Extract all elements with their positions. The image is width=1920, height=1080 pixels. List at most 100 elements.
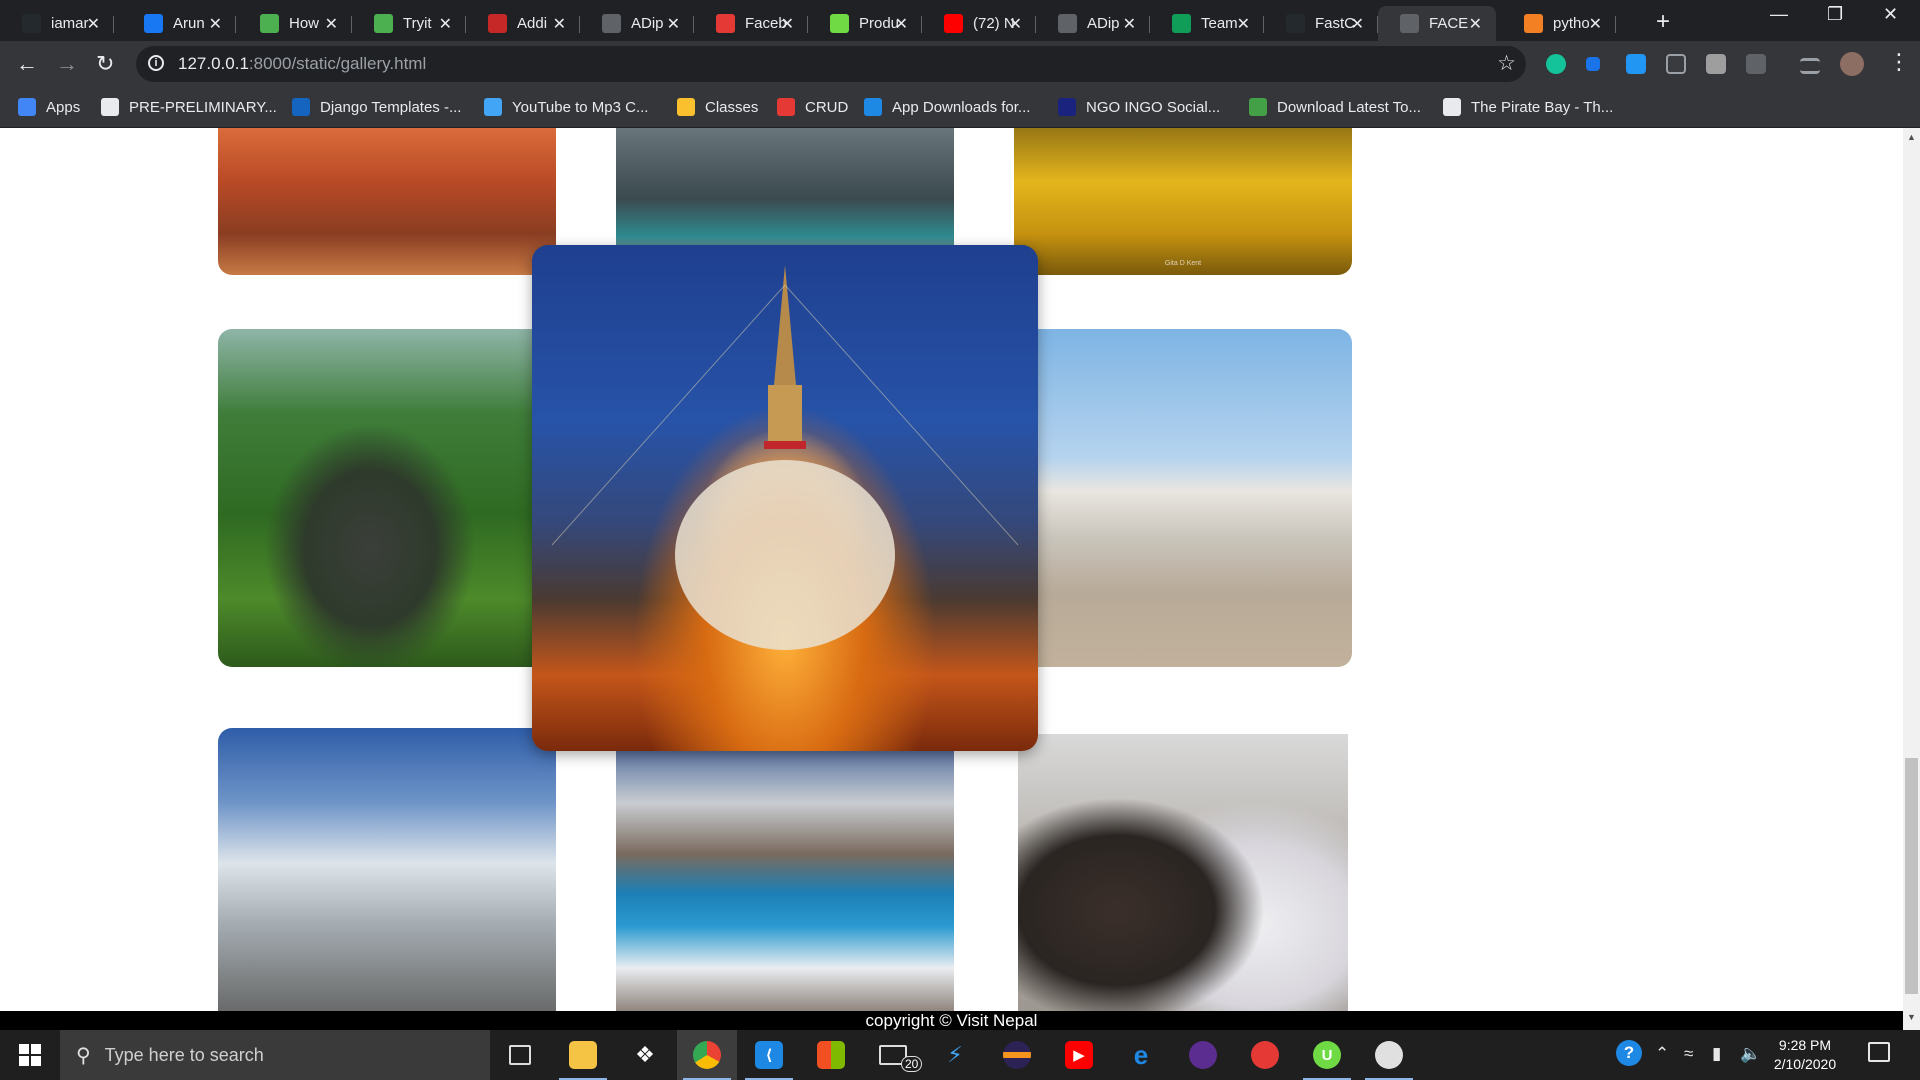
bookmarks-bar: Apps PRE-PRELIMINARY... Django Templates -… — [0, 88, 1920, 128]
flutter-taskbar-button[interactable]: ⚡ — [925, 1030, 985, 1080]
w3schools-icon — [374, 14, 393, 33]
tab-close-icon[interactable]: ✕ — [667, 14, 680, 34]
tab-close-icon[interactable]: ✕ — [209, 14, 222, 34]
tab-w3schools[interactable]: How ✕ — [238, 6, 352, 41]
palette-icon — [1375, 1041, 1403, 1069]
forward-button[interactable]: → — [56, 51, 78, 77]
tab-store[interactable]: Faceb ✕ — [694, 6, 808, 41]
everest-base-camp-photo[interactable] — [218, 728, 556, 1011]
tab-stackoverflow[interactable]: pytho ✕ — [1502, 6, 1616, 41]
tab-upwork[interactable]: Produ ✕ — [808, 6, 922, 41]
bookmark-item[interactable]: App Downloads for... — [864, 98, 1030, 116]
tab-facebook[interactable]: Arun ✕ — [122, 6, 236, 41]
accessibility-extension-icon[interactable] — [1626, 54, 1646, 74]
vscode-taskbar-button[interactable]: ⟨ — [739, 1030, 799, 1080]
upwork-taskbar-button[interactable]: U — [1297, 1030, 1357, 1080]
reload-button[interactable]: ↻ — [96, 51, 114, 77]
tab-close-icon[interactable]: ✕ — [1589, 14, 1602, 34]
bookmark-item[interactable]: Classes — [677, 98, 758, 116]
tab-youtube[interactable]: (72) N ✕ — [922, 6, 1036, 41]
url-text[interactable]: 127.0.0.1:8000/static/gallery.html — [178, 54, 426, 74]
scroll-down-arrow-icon[interactable]: ▼ — [1907, 1012, 1916, 1022]
show-hidden-icons-chevron-icon[interactable]: ⌃ — [1655, 1044, 1669, 1064]
youtube-icon: ▶ — [1065, 1041, 1093, 1069]
bookmark-item[interactable]: PRE-PRELIMINARY... — [101, 98, 277, 116]
paint-taskbar-button[interactable] — [1359, 1030, 1419, 1080]
scroll-up-arrow-icon[interactable]: ▲ — [1907, 132, 1916, 142]
translate-extension-icon[interactable] — [1666, 54, 1686, 74]
tab-close-icon[interactable]: ✕ — [895, 14, 908, 34]
bookmark-item[interactable]: NGO INGO Social... — [1058, 98, 1220, 116]
scrollbar-thumb[interactable] — [1905, 758, 1918, 994]
tilicho-lake-photo[interactable] — [616, 728, 954, 1011]
janaki-temple-photo[interactable] — [1014, 329, 1352, 667]
wifi-icon[interactable]: ≈ — [1684, 1044, 1693, 1064]
minimize-button[interactable]: — — [1770, 4, 1788, 25]
site-info-icon[interactable]: i — [148, 55, 164, 71]
mail-taskbar-button[interactable]: 20 — [863, 1030, 923, 1080]
tab-plus-square[interactable]: Team ✕ — [1150, 6, 1264, 41]
tab-github[interactable]: FastC ✕ — [1264, 6, 1378, 41]
grammarly-extension-icon[interactable] — [1546, 54, 1566, 74]
file-explorer-taskbar-button[interactable] — [553, 1030, 613, 1080]
notifications-icon[interactable] — [1868, 1042, 1890, 1067]
start-button[interactable] — [0, 1030, 60, 1080]
bookmark-item[interactable]: Apps — [18, 98, 80, 116]
help-icon[interactable]: ? — [1616, 1040, 1642, 1066]
tab-w3schools[interactable]: Tryit ✕ — [352, 6, 466, 41]
profile-avatar[interactable] — [1840, 52, 1864, 76]
page-scrollbar[interactable]: ▲ ▼ — [1903, 128, 1920, 1030]
tab-close-icon[interactable]: ✕ — [325, 14, 338, 34]
durbar-square-photo[interactable] — [218, 128, 556, 275]
address-bar[interactable]: i 127.0.0.1:8000/static/gallery.html ☆ — [136, 46, 1526, 82]
mountain-lake-photo[interactable] — [616, 128, 954, 255]
tab-close-icon[interactable]: ✕ — [553, 14, 566, 34]
store-taskbar-button[interactable] — [801, 1030, 861, 1080]
tab-close-icon[interactable]: ✕ — [1351, 14, 1364, 34]
chrome-taskbar-button[interactable] — [677, 1030, 737, 1080]
tab-close-icon[interactable]: ✕ — [781, 14, 794, 34]
new-tab-button[interactable]: + — [1656, 8, 1670, 36]
bookmark-label: Apps — [46, 98, 81, 116]
tab-globe[interactable]: ADip ✕ — [580, 6, 694, 41]
media-controls-icon[interactable] — [1800, 58, 1820, 74]
taskbar-clock[interactable]: 9:28 PM 2/10/2020 — [1760, 1036, 1850, 1074]
visual-studio-taskbar-button[interactable] — [1173, 1030, 1233, 1080]
eclipse-taskbar-button[interactable] — [987, 1030, 1047, 1080]
tab-contact[interactable]: ADip ✕ — [1036, 6, 1150, 41]
facebook-extension-icon[interactable] — [1746, 54, 1766, 74]
tab-globe[interactable]: FACE ✕ — [1378, 6, 1496, 41]
tab-close-icon[interactable]: ✕ — [87, 14, 100, 34]
back-button[interactable]: ← — [16, 51, 38, 77]
elephant-safari-photo[interactable] — [218, 329, 556, 667]
tab-close-icon[interactable]: ✕ — [1123, 14, 1136, 34]
battery-icon[interactable]: ▮ — [1712, 1044, 1721, 1064]
tab-close-icon[interactable]: ✕ — [1469, 14, 1482, 34]
edge-taskbar-button[interactable]: e — [1111, 1030, 1171, 1080]
boudhanath-stupa-photo[interactable] — [532, 245, 1038, 751]
bookmark-item[interactable]: CRUD — [777, 98, 848, 116]
extension-icon[interactable] — [1586, 57, 1600, 71]
nepali-couple-photo[interactable] — [1018, 734, 1348, 1011]
tab-close-icon[interactable]: ✕ — [1237, 14, 1250, 34]
volume-icon[interactable]: 🔈 — [1740, 1044, 1761, 1064]
bookmark-item[interactable]: The Pirate Bay - Th... — [1443, 98, 1613, 116]
bookmark-star-icon[interactable]: ☆ — [1497, 51, 1516, 76]
tab-github[interactable]: iamar ✕ — [0, 6, 114, 41]
golden-buddha-photo[interactable]: Gita D Kent — [1014, 128, 1352, 275]
evernote-extension-icon[interactable] — [1706, 54, 1726, 74]
youtube-taskbar-button[interactable]: ▶ — [1049, 1030, 1109, 1080]
restore-button[interactable]: ❐ — [1827, 4, 1843, 25]
bookmark-item[interactable]: Django Templates -... — [292, 98, 461, 116]
tab-django[interactable]: Addi ✕ — [466, 6, 580, 41]
taskbar-search-box[interactable]: ⚲ Type here to search — [60, 1030, 490, 1080]
task-view-button[interactable] — [490, 1030, 550, 1080]
tab-close-icon[interactable]: ✕ — [439, 14, 452, 34]
menu-kebab-icon[interactable]: ⋮ — [1888, 49, 1910, 75]
bookmark-item[interactable]: Download Latest To... — [1249, 98, 1421, 116]
bookmark-item[interactable]: YouTube to Mp3 C... — [484, 98, 648, 116]
close-window-button[interactable]: ✕ — [1883, 4, 1898, 25]
tab-close-icon[interactable]: ✕ — [1009, 14, 1022, 34]
screen-recorder-taskbar-button[interactable] — [1235, 1030, 1295, 1080]
dropbox-taskbar-button[interactable]: ❖ — [615, 1030, 675, 1080]
